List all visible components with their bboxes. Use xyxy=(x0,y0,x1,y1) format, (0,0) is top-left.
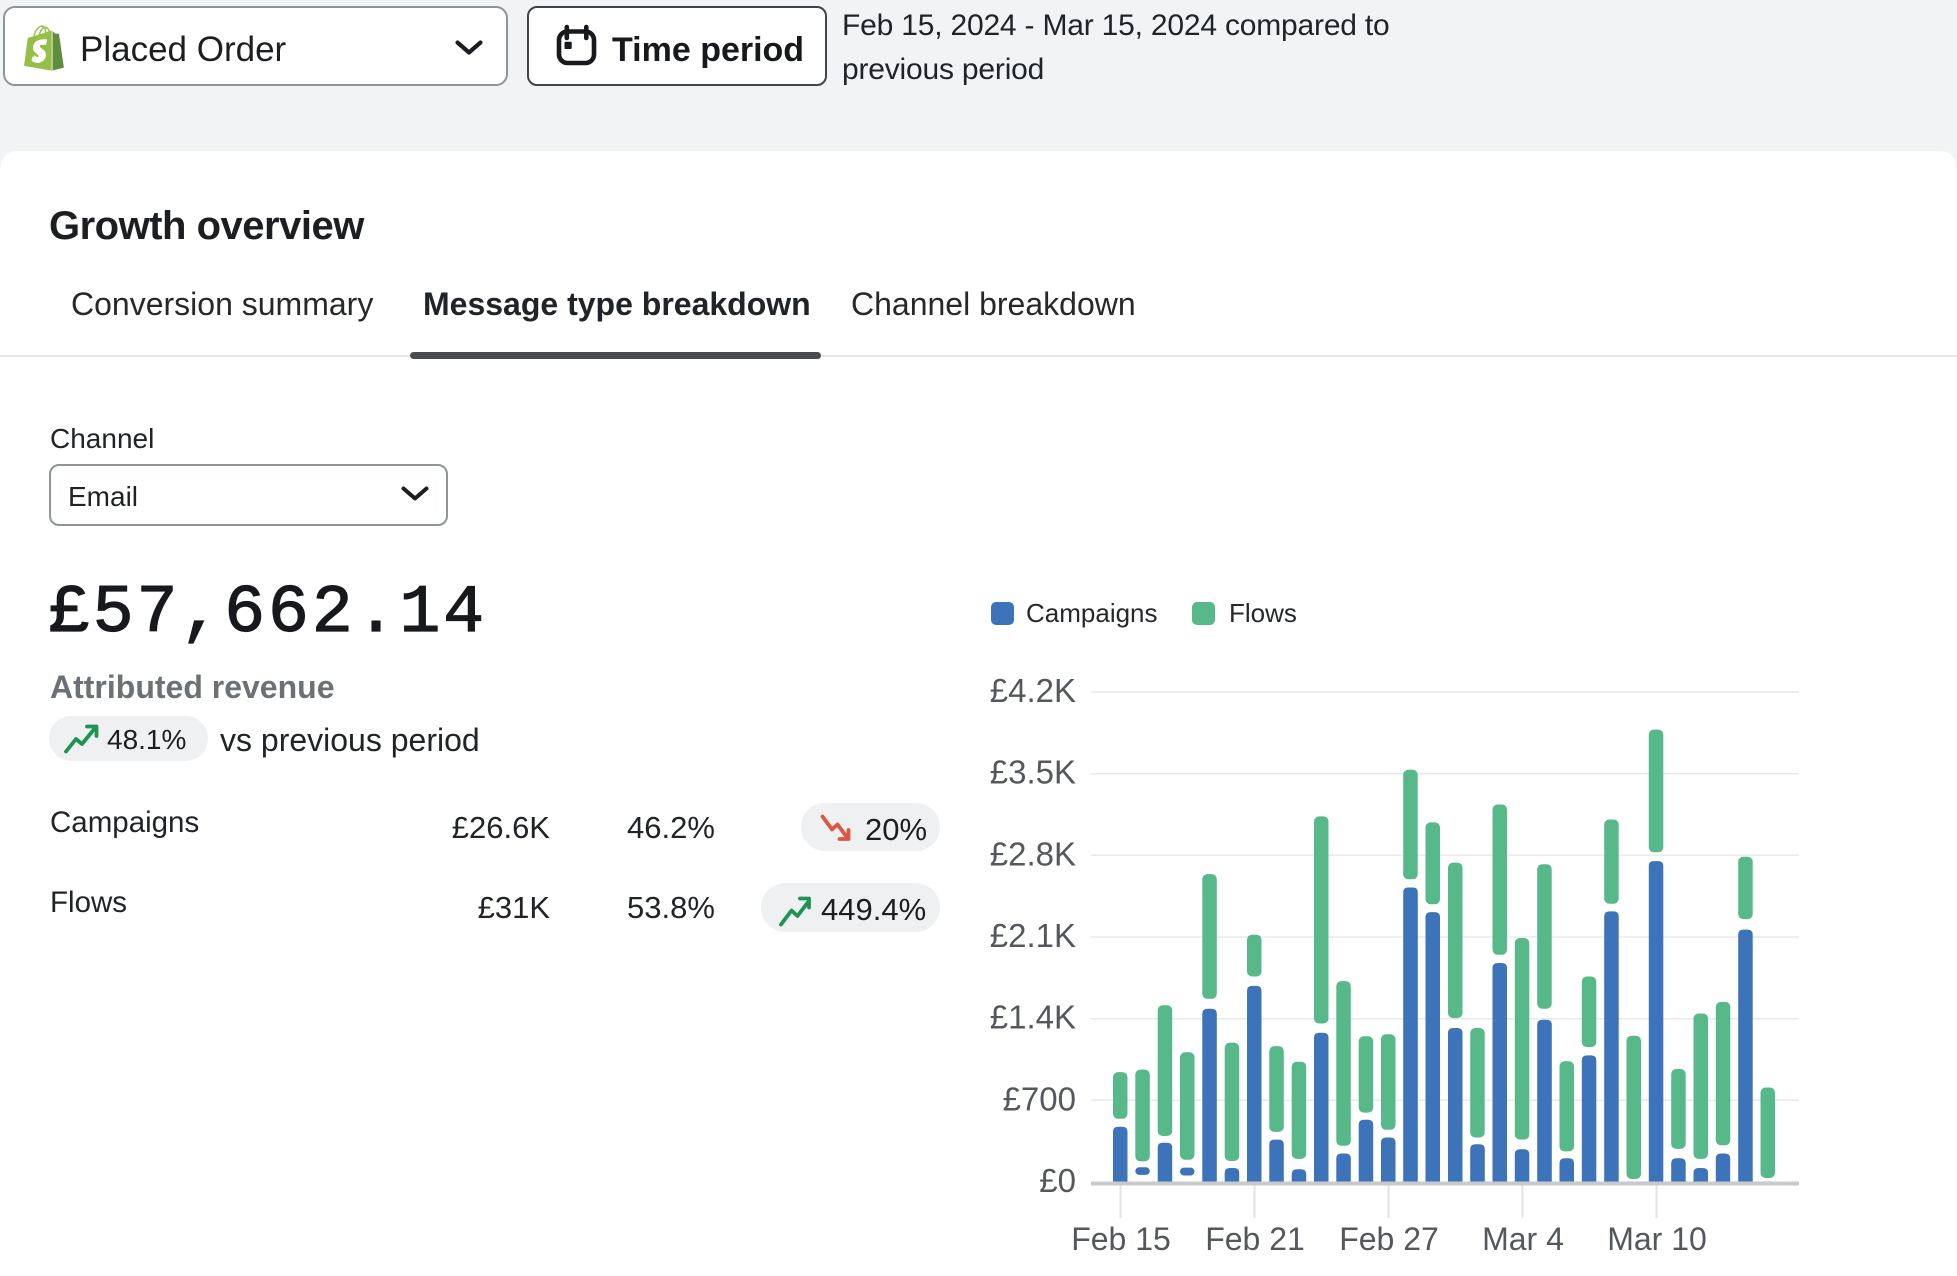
svg-text:Mar 4: Mar 4 xyxy=(1482,1221,1564,1257)
svg-text:£1.4K: £1.4K xyxy=(990,999,1076,1036)
svg-text:£700: £700 xyxy=(1003,1080,1076,1117)
svg-text:Flows: Flows xyxy=(1229,598,1297,628)
svg-text:£3.5K: £3.5K xyxy=(990,754,1076,791)
svg-text:Feb 15: Feb 15 xyxy=(1071,1221,1171,1257)
svg-text:£2.8K: £2.8K xyxy=(990,835,1076,872)
svg-text:£4.2K: £4.2K xyxy=(990,672,1076,709)
svg-text:£2.1K: £2.1K xyxy=(990,917,1076,954)
svg-text:Mar 10: Mar 10 xyxy=(1607,1221,1707,1257)
svg-text:Feb 21: Feb 21 xyxy=(1205,1221,1305,1257)
svg-text:£0: £0 xyxy=(1039,1162,1076,1199)
svg-text:Feb 27: Feb 27 xyxy=(1339,1221,1439,1257)
svg-text:Campaigns: Campaigns xyxy=(1026,598,1158,628)
